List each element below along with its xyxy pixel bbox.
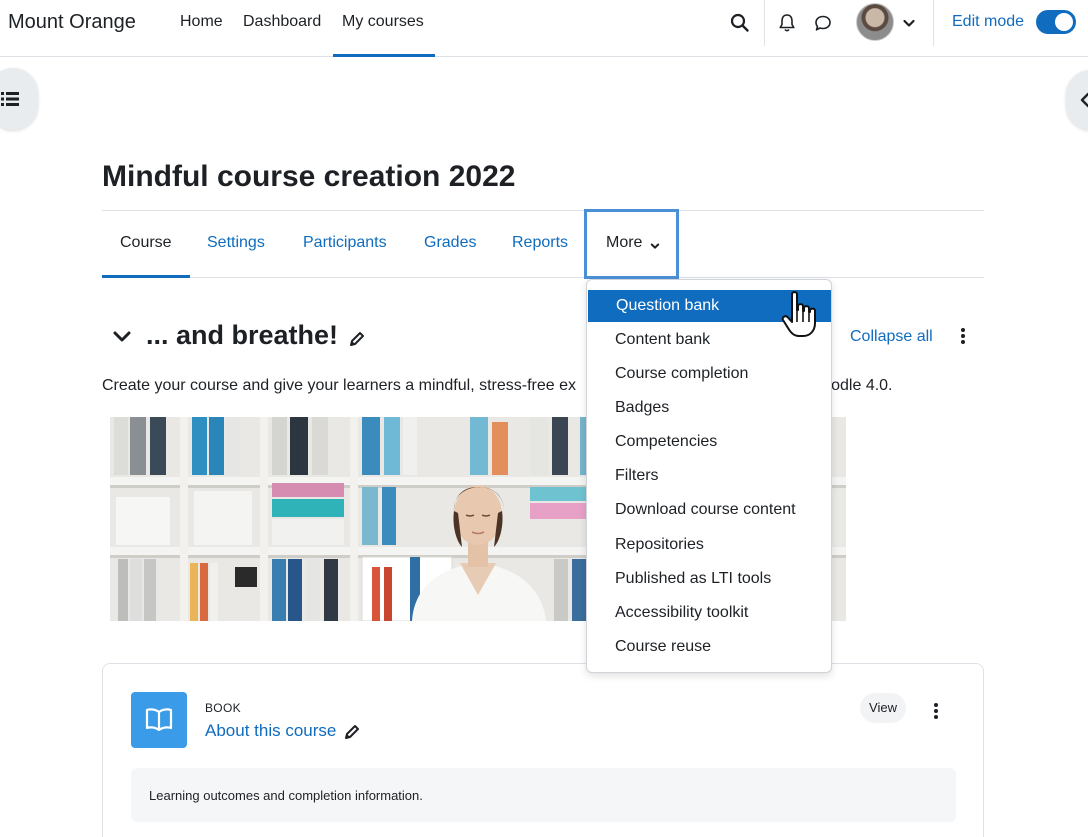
secondary-navigation: Course Settings Participants Grades Repo… [102,210,984,278]
collapse-all-link[interactable]: Collapse all [850,328,933,346]
tab-settings[interactable]: Settings [207,234,265,252]
active-tab-indicator [102,275,190,278]
nav-dashboard[interactable]: Dashboard [243,13,321,57]
block-drawer-toggle[interactable] [1066,70,1088,130]
view-button[interactable]: View [860,693,906,723]
section-title: ... and breathe! [146,320,339,350]
activity-type-label: BOOK [205,701,241,715]
search-icon[interactable] [729,12,751,34]
section-summary-start: Create your course and give your learner… [102,377,576,394]
tab-more-label: More [606,234,643,251]
edit-pencil-icon[interactable] [348,330,366,348]
section-actions-kebab-icon[interactable] [960,327,966,345]
bell-icon[interactable] [776,12,798,34]
menu-item-badges[interactable]: Badges [587,392,833,424]
menu-item-published-as-lti-tools[interactable]: Published as LTI tools [587,563,833,595]
edit-pencil-icon[interactable] [343,723,361,741]
menu-item-course-completion[interactable]: Course completion [587,358,833,390]
tab-more[interactable]: More [584,209,679,279]
chevron-down-icon[interactable] [902,14,916,32]
open-book-icon [145,708,173,732]
edit-mode-label: Edit mode [952,13,1025,30]
tab-participants[interactable]: Participants [303,234,387,252]
nav-home[interactable]: Home [180,13,223,57]
user-avatar[interactable] [856,3,894,41]
menu-item-accessibility-toolkit[interactable]: Accessibility toolkit [587,597,833,629]
menu-item-filters[interactable]: Filters [587,460,833,492]
nav-divider [933,0,934,46]
nav-divider [764,0,765,46]
activity-name-link[interactable]: About this course [205,721,336,741]
chevron-left-icon [1080,92,1088,108]
activity-description: Learning outcomes and completion informa… [149,788,423,803]
page-title: Mindful course creation 2022 [102,160,516,193]
hand-pointer-cursor-icon [781,291,816,337]
menu-item-repositories[interactable]: Repositories [587,529,833,561]
site-brand[interactable]: Mount Orange [8,11,136,34]
collapse-section-icon[interactable] [112,328,132,346]
edit-mode-toggle[interactable] [1036,10,1076,34]
list-icon [1,92,19,106]
top-navbar: Mount Orange Home Dashboard My courses E… [0,0,1088,57]
activity-actions-kebab-icon[interactable] [933,702,939,720]
activity-card-book: BOOK About this course View Learning out… [102,663,984,837]
tab-reports[interactable]: Reports [512,234,568,252]
chat-icon[interactable] [812,12,834,34]
tab-grades[interactable]: Grades [424,234,476,252]
menu-item-competencies[interactable]: Competencies [587,426,833,458]
activity-description-box: Learning outcomes and completion informa… [131,768,956,822]
course-index-drawer-toggle[interactable] [0,68,38,130]
nav-my-courses[interactable]: My courses [333,13,435,57]
menu-item-course-reuse[interactable]: Course reuse [587,631,833,663]
menu-item-download-course-content[interactable]: Download course content [587,494,833,526]
chevron-down-icon [650,243,660,249]
tab-course[interactable]: Course [120,234,172,252]
book-activity-icon [131,692,187,748]
